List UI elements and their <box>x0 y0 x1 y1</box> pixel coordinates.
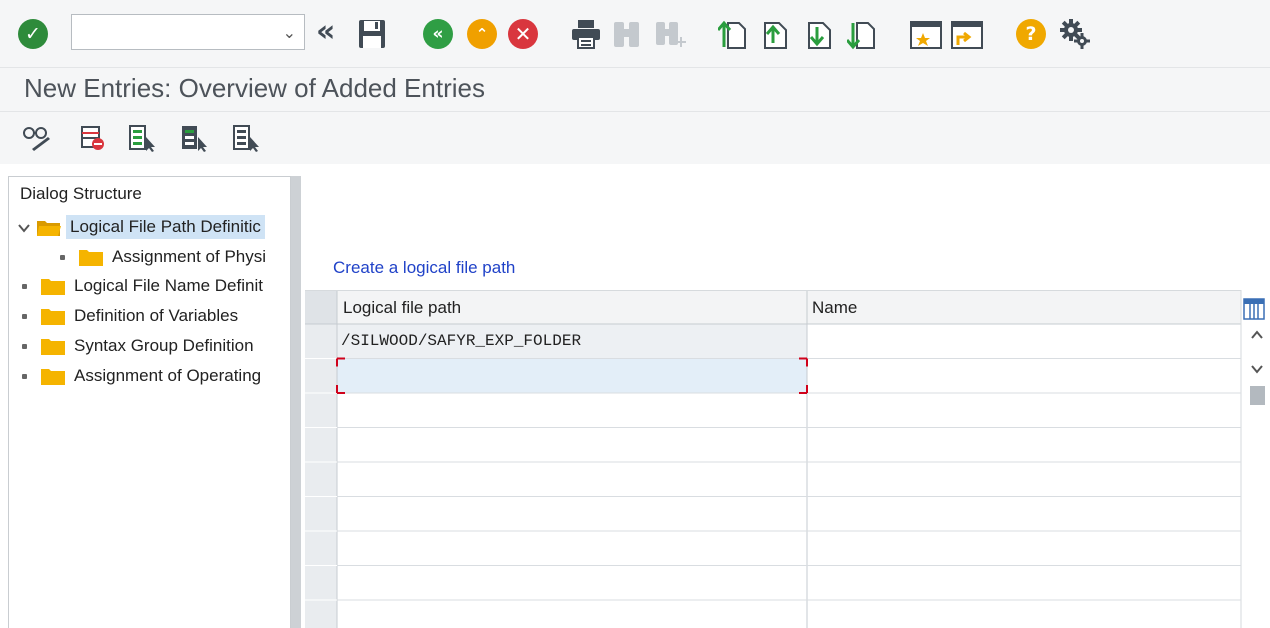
exit-icon[interactable]: ⌃ <box>467 19 497 49</box>
back-icon[interactable]: « <box>423 19 453 49</box>
name-cell[interactable] <box>812 367 1238 387</box>
tree-item[interactable]: Syntax Group Definition <box>17 332 254 360</box>
row-selector[interactable] <box>305 531 337 566</box>
tree-item[interactable]: Logical File Name Definit <box>17 272 263 300</box>
folder-icon <box>40 277 66 296</box>
folder-icon <box>40 307 66 326</box>
print-icon[interactable] <box>570 19 602 49</box>
logical-file-path-cell[interactable] <box>341 505 803 525</box>
generate-shortcut-icon[interactable] <box>950 19 984 51</box>
tree-item-label: Assignment of Physi <box>112 247 267 266</box>
deselect-all-icon[interactable] <box>232 124 262 152</box>
folder-icon <box>78 248 104 267</box>
row-selector[interactable] <box>305 600 337 628</box>
bullet-icon <box>22 343 27 349</box>
logical-file-path-cell[interactable]: /SILWOOD/SAFYR_EXP_FOLDER <box>341 332 803 352</box>
last-page-icon[interactable] <box>845 19 877 51</box>
help-icon[interactable]: ? <box>1016 19 1046 49</box>
logical-file-path-cell[interactable] <box>341 401 803 421</box>
settings-icon[interactable] <box>1058 17 1092 51</box>
name-cell[interactable] <box>812 608 1238 628</box>
tree-item-label: Logical File Path Definitic <box>66 215 265 239</box>
bullet-icon <box>22 373 27 379</box>
row-selector[interactable] <box>305 462 337 497</box>
chevron-down-icon[interactable] <box>17 220 31 234</box>
tree-item[interactable]: Definition of Variables <box>17 302 238 330</box>
row-selector[interactable] <box>305 393 337 428</box>
tree-item-label: Logical File Name Definit <box>74 276 263 295</box>
find-icon[interactable] <box>612 19 642 49</box>
row-selector[interactable] <box>305 566 337 601</box>
bullet-icon <box>22 313 27 319</box>
tree-item[interactable]: Assignment of Operating <box>17 362 261 390</box>
name-cell[interactable] <box>812 505 1238 525</box>
logical-file-path-cell[interactable] <box>341 470 803 490</box>
first-page-icon[interactable] <box>716 19 748 51</box>
change-display-icon[interactable] <box>22 124 52 152</box>
logical-file-path-cell[interactable] <box>341 539 803 559</box>
entries-table: Logical file path Name/SILWOOD/SAFYR_EXP_… <box>305 290 1270 628</box>
scroll-down-icon[interactable] <box>1249 362 1265 376</box>
scrollbar-thumb[interactable] <box>1250 386 1265 405</box>
bullet-icon <box>60 254 65 260</box>
tree-item-label: Syntax Group Definition <box>74 336 254 355</box>
select-block-icon[interactable] <box>180 124 210 152</box>
system-toolbar: ✓ ⌄ « « ⌃ ✕ ? <box>0 0 1270 68</box>
row-selector[interactable] <box>305 324 337 359</box>
dialog-structure-panel: Dialog Structure Logical File Path Defin… <box>8 176 291 628</box>
application-toolbar <box>0 112 1270 164</box>
tree-item-label: Assignment of Operating <box>74 366 262 385</box>
table-caption: Create a logical file path <box>333 258 516 277</box>
save-icon[interactable] <box>358 19 386 49</box>
name-cell[interactable] <box>812 574 1238 594</box>
logical-file-path-cell[interactable] <box>341 436 803 456</box>
find-next-icon[interactable] <box>654 19 688 49</box>
column-header[interactable]: Logical file path <box>343 298 461 318</box>
name-cell[interactable] <box>812 470 1238 490</box>
table-settings-icon[interactable] <box>1243 298 1265 320</box>
name-cell[interactable] <box>812 332 1238 352</box>
name-cell[interactable] <box>812 401 1238 421</box>
title-bar: New Entries: Overview of Added Entries <box>0 68 1270 112</box>
logical-file-path-cell[interactable] <box>341 608 803 628</box>
panel-splitter[interactable] <box>291 176 301 628</box>
folder-icon <box>40 367 66 386</box>
name-cell[interactable] <box>812 436 1238 456</box>
create-session-icon[interactable] <box>909 19 943 51</box>
double-chevron-left-icon[interactable]: « <box>316 17 335 47</box>
tree-item[interactable]: Assignment of Physi <box>55 243 266 271</box>
dialog-structure-header: Dialog Structure <box>20 184 142 203</box>
delete-icon[interactable] <box>80 124 106 152</box>
select-all-icon[interactable] <box>128 124 158 152</box>
enter-icon[interactable]: ✓ <box>18 19 48 49</box>
row-selector[interactable] <box>305 359 337 394</box>
tree-item[interactable]: Logical File Path Definitic <box>17 213 265 241</box>
column-header[interactable]: Name <box>812 298 857 318</box>
logical-file-path-cell[interactable] <box>341 367 803 387</box>
bullet-icon <box>22 283 27 289</box>
cancel-icon[interactable]: ✕ <box>508 19 538 49</box>
chevron-down-icon[interactable]: ⌄ <box>283 23 296 42</box>
folder-icon <box>40 337 66 356</box>
folder-open-icon <box>36 218 62 237</box>
row-selector[interactable] <box>305 428 337 463</box>
name-cell[interactable] <box>812 539 1238 559</box>
next-page-icon[interactable] <box>805 19 835 51</box>
command-field[interactable]: ⌄ <box>71 14 305 50</box>
page-title: New Entries: Overview of Added Entries <box>24 73 485 103</box>
logical-file-path-cell[interactable] <box>341 574 803 594</box>
row-selector[interactable] <box>305 497 337 532</box>
tree-item-label: Definition of Variables <box>74 306 239 325</box>
previous-page-icon[interactable] <box>761 19 791 51</box>
scroll-up-icon[interactable] <box>1249 328 1265 342</box>
